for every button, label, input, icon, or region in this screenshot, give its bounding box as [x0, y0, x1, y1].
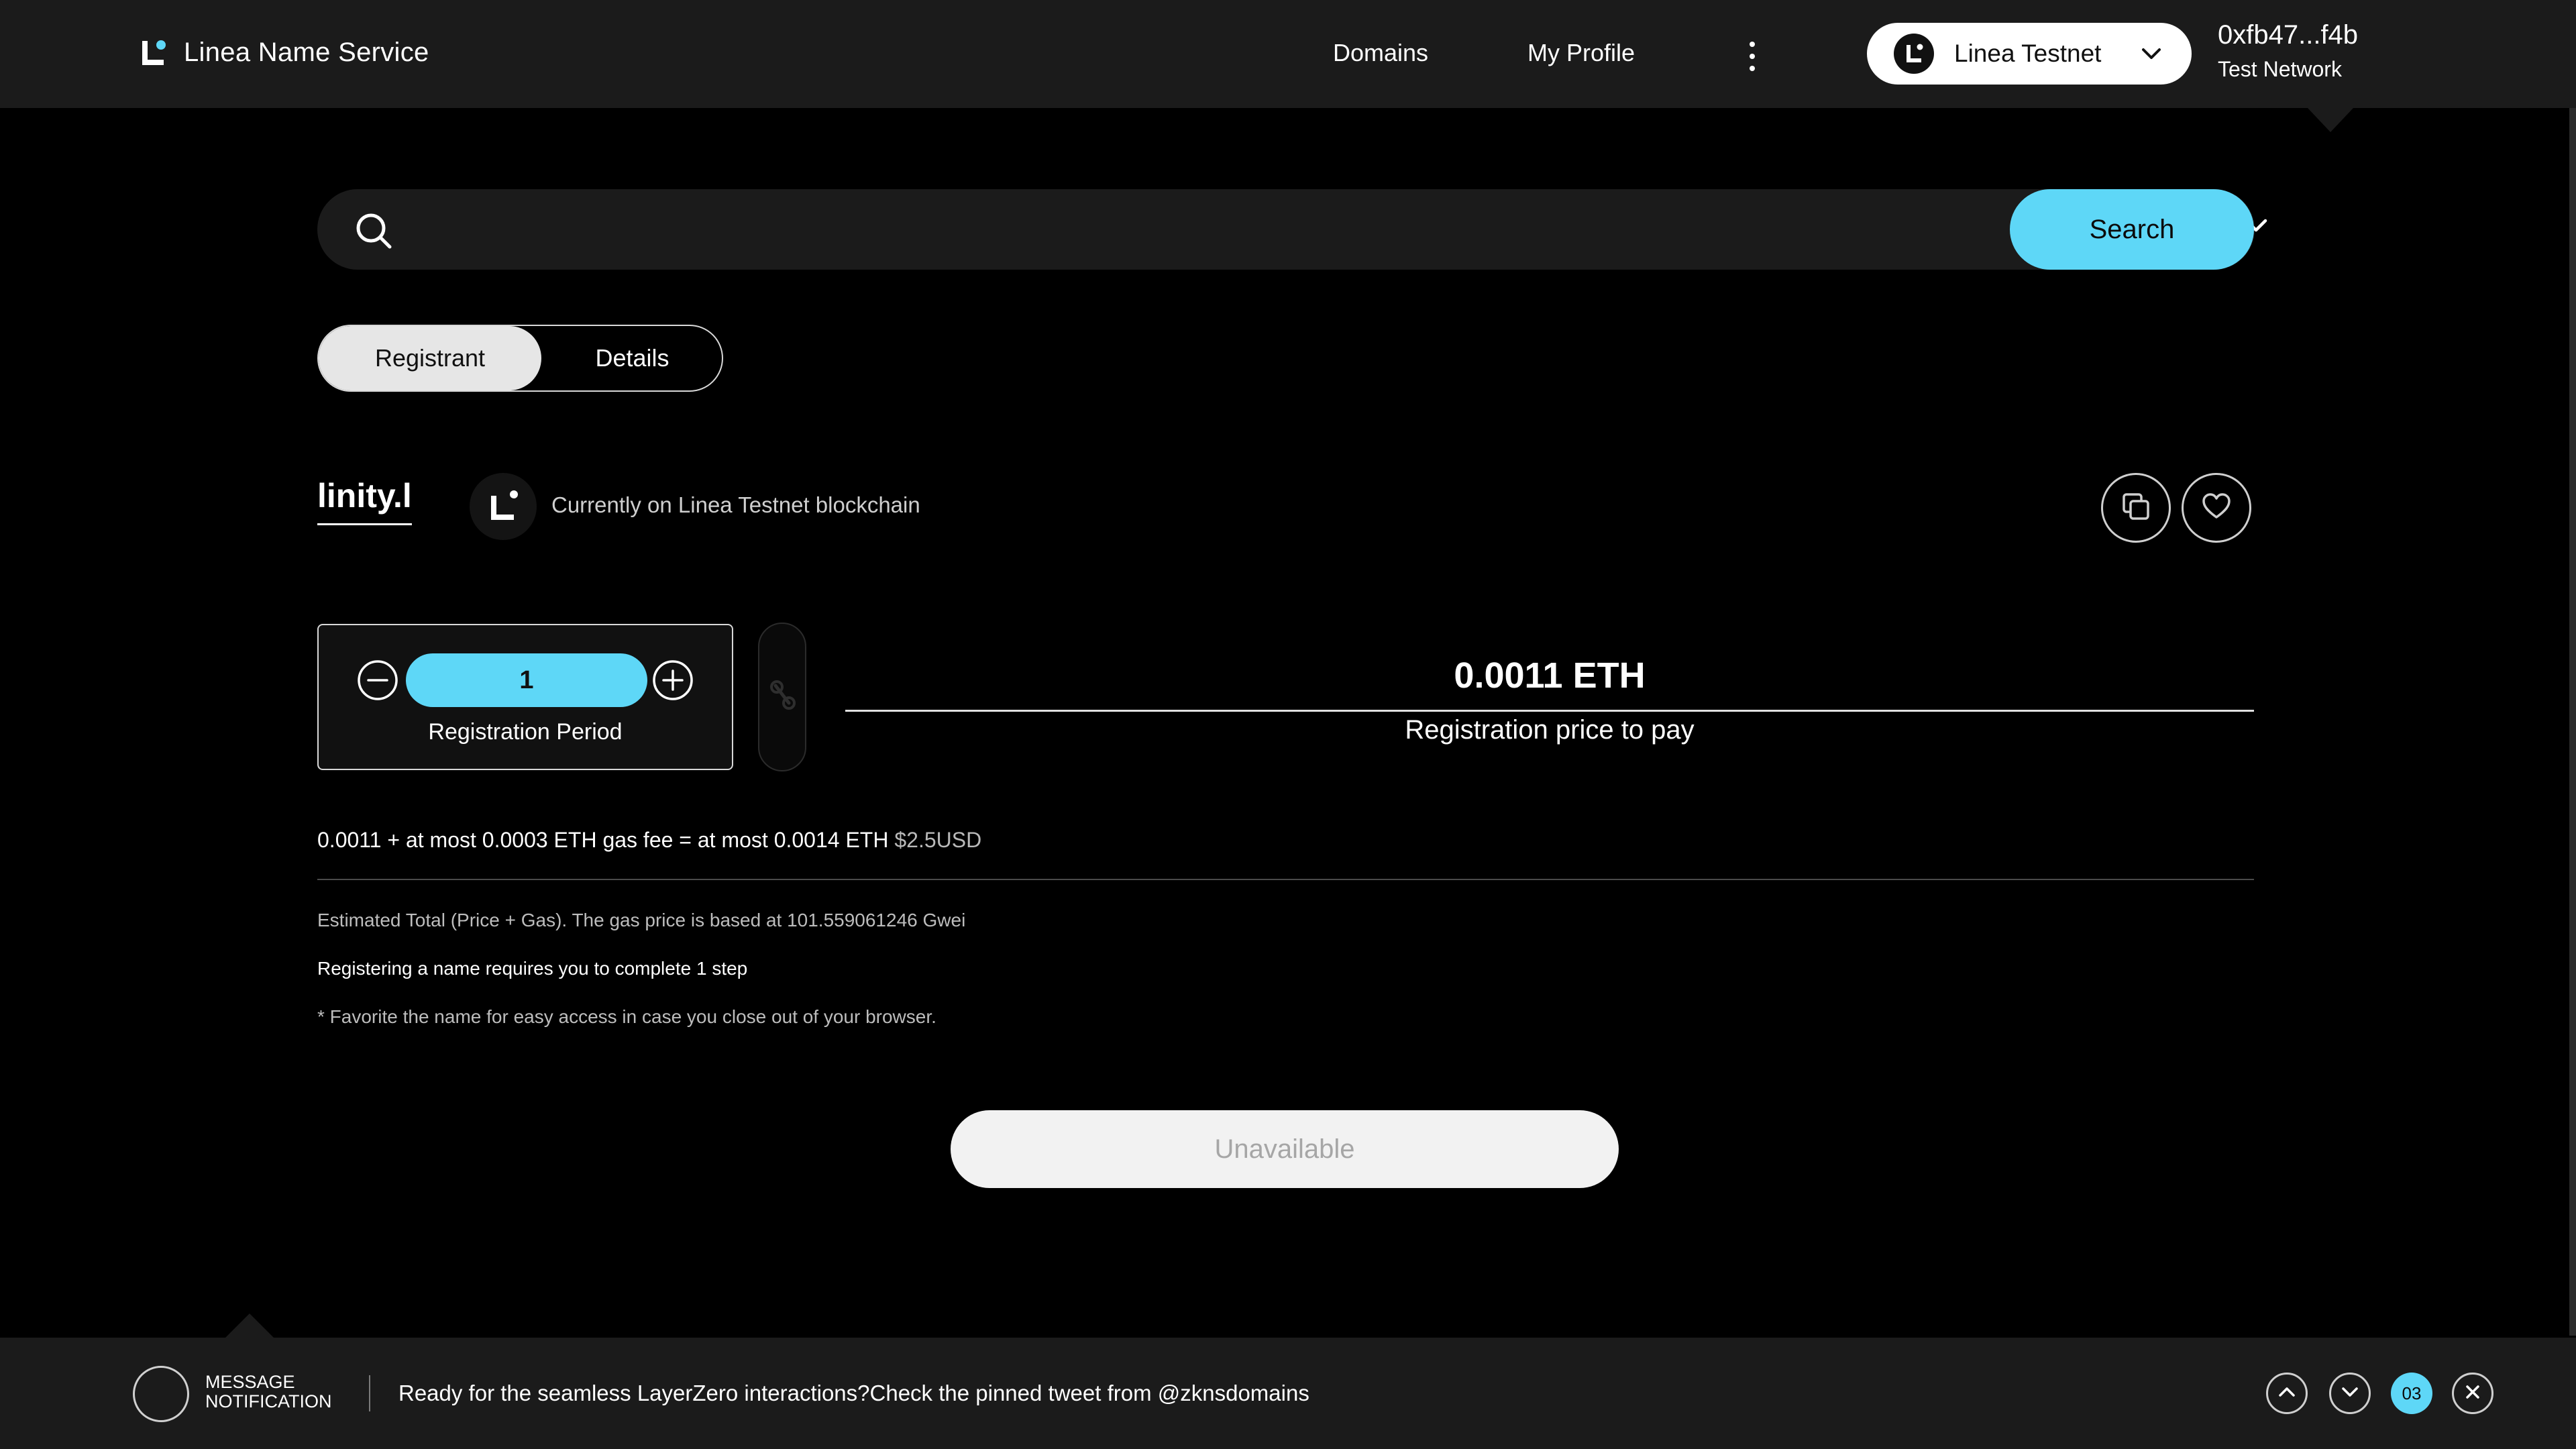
- favorite-button[interactable]: [2182, 473, 2251, 543]
- section-tabs: Registrant Details: [317, 325, 723, 392]
- search-bar: .l: [317, 189, 2267, 270]
- registration-price-label: Registration price to pay: [1405, 715, 1695, 745]
- more-menu-icon[interactable]: [1744, 42, 1760, 71]
- chevron-up-icon: [2276, 1381, 2298, 1406]
- close-notification-button[interactable]: [2452, 1373, 2493, 1414]
- tab-registrant[interactable]: Registrant: [319, 326, 541, 390]
- unavailable-button[interactable]: Unavailable: [951, 1110, 1619, 1188]
- linea-network-icon: [1894, 34, 1934, 74]
- notification-bar: MESSAGE NOTIFICATION Ready for the seaml…: [0, 1338, 2576, 1449]
- chevron-down-icon: [2339, 1381, 2361, 1406]
- wallet-account[interactable]: 0xfb47...f4b Test Network: [2218, 20, 2358, 82]
- fee-summary: 0.0011 + at most 0.0003 ETH gas fee = at…: [317, 828, 981, 853]
- notification-title: MESSAGE NOTIFICATION: [205, 1373, 360, 1411]
- search-icon: [354, 211, 394, 254]
- chevron-down-icon: [2139, 42, 2163, 69]
- search-input[interactable]: [411, 203, 2129, 256]
- previous-notification-button[interactable]: [2266, 1373, 2308, 1414]
- fee-usd: $2.5USD: [894, 828, 982, 852]
- period-label: Registration Period: [428, 719, 623, 745]
- network-selector[interactable]: Linea Testnet: [1867, 23, 2192, 85]
- domain-name: linity.l: [317, 476, 412, 525]
- increase-period-button[interactable]: [651, 659, 694, 705]
- linea-chain-icon: [470, 473, 537, 540]
- link-toggle[interactable]: [758, 623, 806, 771]
- copy-icon: [2120, 490, 2152, 526]
- wallet-address: 0xfb47...f4b: [2218, 20, 2359, 50]
- notification-count-badge: 03: [2391, 1373, 2432, 1414]
- price-divider: [845, 710, 2254, 712]
- notification-title-line1: MESSAGE: [205, 1372, 295, 1392]
- link-icon: [769, 676, 798, 720]
- brand-link[interactable]: Linea Name Service: [140, 38, 429, 68]
- close-icon: [2462, 1381, 2483, 1406]
- search-button[interactable]: Search: [2010, 189, 2254, 270]
- network-name: Linea Testnet: [1954, 40, 2102, 67]
- notification-separator: [369, 1375, 370, 1411]
- fee-divider: [317, 879, 2254, 880]
- page-scrollbar[interactable]: [2569, 108, 2576, 1336]
- gas-note: Estimated Total (Price + Gas). The gas p…: [317, 910, 966, 930]
- chain-status-text: Currently on Linea Testnet blockchain: [551, 492, 920, 517]
- nav-link-my-profile[interactable]: My Profile: [1527, 39, 1635, 67]
- notification-title-line2: NOTIFICATION: [205, 1391, 332, 1411]
- copy-button[interactable]: [2101, 473, 2171, 543]
- fee-breakdown: 0.0011 + at most 0.0003 ETH gas fee = at…: [317, 828, 889, 852]
- period-value: 1: [406, 653, 647, 707]
- registration-period-box: 1 Registration Period: [317, 624, 733, 770]
- notification-avatar: [133, 1366, 189, 1422]
- favorite-note: * Favorite the name for easy access in c…: [317, 1006, 936, 1027]
- nav-link-domains[interactable]: Domains: [1333, 39, 1428, 67]
- heart-icon: [2200, 490, 2233, 526]
- next-notification-button[interactable]: [2329, 1373, 2371, 1414]
- dropdown-pointer: [2308, 108, 2353, 132]
- top-navigation-bar: Linea Name Service Domains My Profile Li…: [0, 0, 2576, 108]
- linea-logo-icon: [140, 38, 169, 68]
- decrease-period-button[interactable]: [356, 659, 399, 705]
- notification-message[interactable]: Ready for the seamless LayerZero interac…: [398, 1381, 1309, 1406]
- steps-note: Registering a name requires you to compl…: [317, 958, 748, 979]
- wallet-network: Test Network: [2218, 57, 2342, 81]
- notification-pointer: [225, 1313, 274, 1338]
- tab-details[interactable]: Details: [541, 326, 723, 390]
- registration-price: 0.0011 ETH: [1454, 655, 1646, 696]
- brand-name: Linea Name Service: [184, 38, 429, 67]
